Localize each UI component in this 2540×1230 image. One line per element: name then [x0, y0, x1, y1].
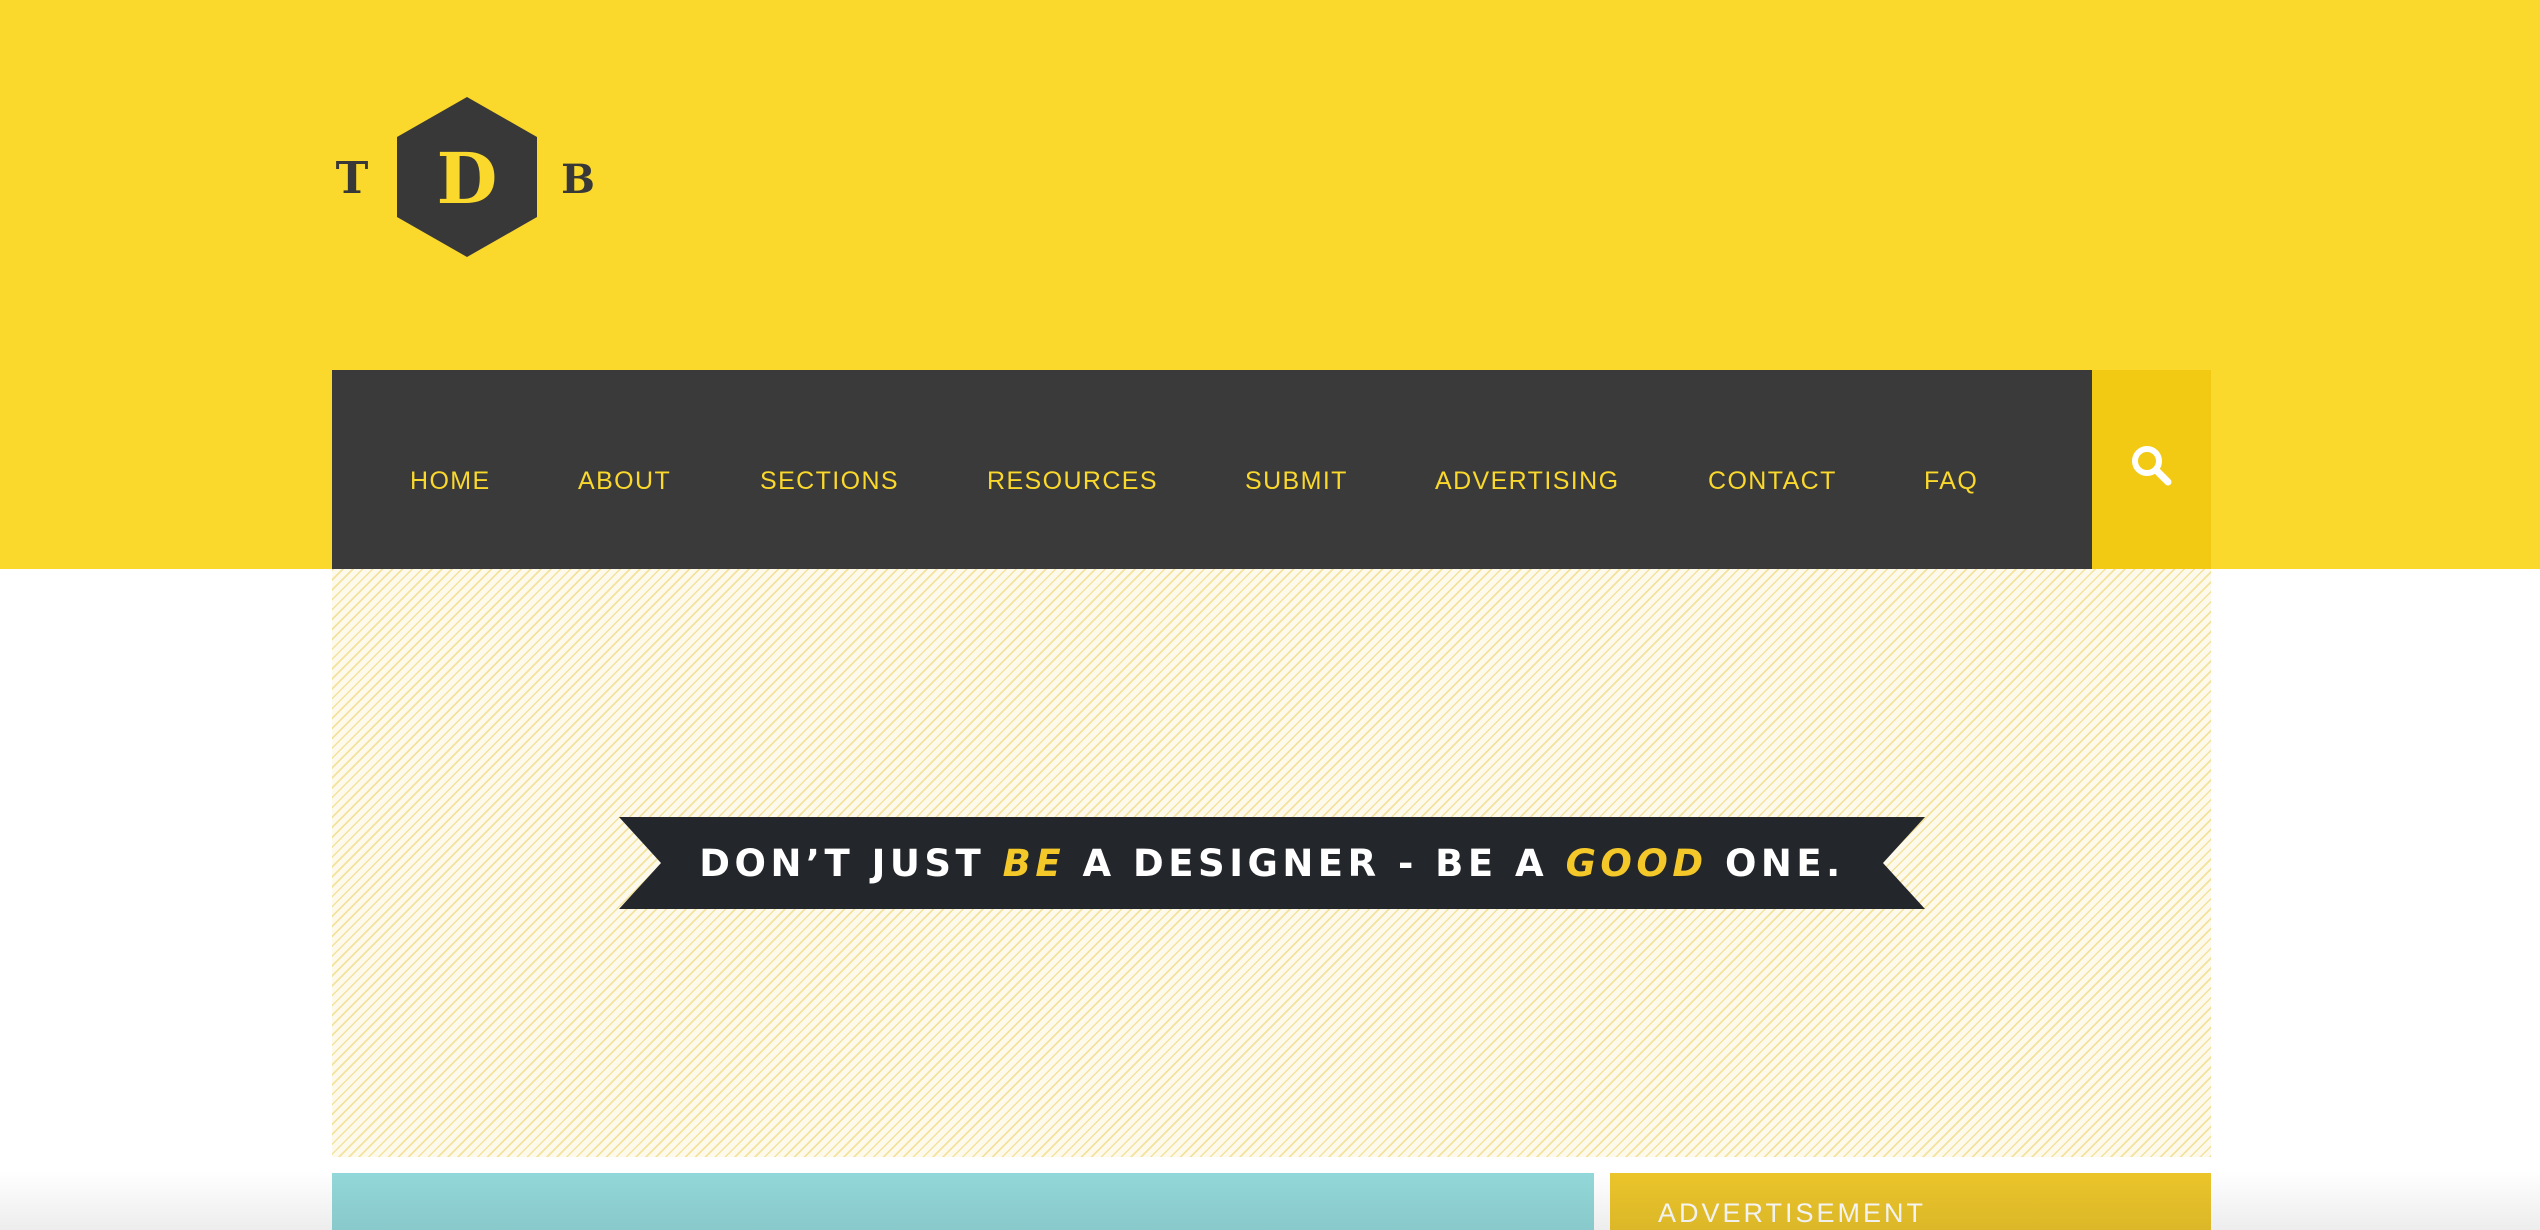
nav-item-home[interactable]: HOME [410, 370, 491, 569]
tagline-highlight-good: GOOD [1565, 842, 1708, 885]
nav-item-contact[interactable]: CONTACT [1708, 370, 1837, 569]
advertisement-label: ADVERTISEMENT [1658, 1198, 1927, 1228]
tagline-highlight-be: BE [1002, 842, 1066, 885]
hexagon-logo-icon: T D B [336, 97, 595, 257]
tagline-text: DON’T JUST BE A DESIGNER - BE A GOOD ONE… [619, 817, 1925, 909]
search-icon [2132, 446, 2172, 486]
advertisement-panel: ADVERTISEMENT [1610, 1173, 2211, 1230]
main-navigation: HOME ABOUT SECTIONS RESOURCES SUBMIT ADV… [332, 370, 2092, 569]
logo-letter-d: D [437, 137, 498, 220]
tagline-part-2: A DESIGNER - BE A [1065, 842, 1566, 885]
logo-letter-t: T [336, 153, 369, 204]
tagline-banner: DON’T JUST BE A DESIGNER - BE A GOOD ONE… [619, 817, 1925, 909]
tagline-part-3: ONE. [1707, 842, 1845, 885]
site-header: T D B HOME ABOUT SECTIONS RESOURCES SUBM… [0, 0, 2540, 569]
tagline-part-1: DON’T JUST [699, 842, 1003, 885]
nav-item-sections[interactable]: SECTIONS [760, 370, 899, 569]
nav-list: HOME ABOUT SECTIONS RESOURCES SUBMIT ADV… [332, 370, 2092, 569]
nav-item-advertising[interactable]: ADVERTISING [1435, 370, 1619, 569]
nav-item-faq[interactable]: FAQ [1924, 370, 1978, 569]
hero-section: DON’T JUST BE A DESIGNER - BE A GOOD ONE… [332, 569, 2211, 1157]
search-button[interactable] [2092, 370, 2211, 569]
featured-content-panel [332, 1173, 1594, 1230]
nav-item-submit[interactable]: SUBMIT [1245, 370, 1348, 569]
nav-item-resources[interactable]: RESOURCES [987, 370, 1158, 569]
site-logo[interactable]: T D B [331, 95, 603, 259]
logo-letter-b: B [561, 156, 595, 203]
nav-item-about[interactable]: ABOUT [578, 370, 671, 569]
